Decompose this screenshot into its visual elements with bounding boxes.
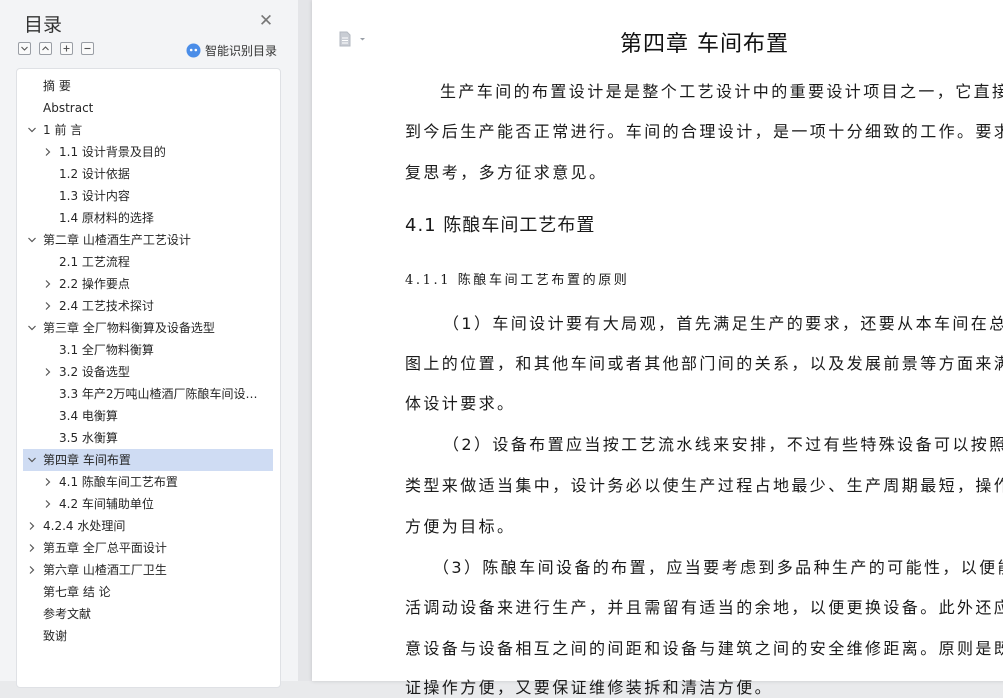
paragraph-line: 意设备与设备相互之间的间距和设备与建筑之间的安全维修距离。原则是既要 <box>405 639 1003 658</box>
toc-item[interactable]: 4.1 陈酿车间工艺布置 <box>23 471 273 493</box>
chevron-down-icon[interactable] <box>27 125 37 135</box>
toc-item[interactable]: Abstract <box>23 97 273 119</box>
chevron-right-icon[interactable] <box>27 521 37 531</box>
toc-item-label: 参考文献 <box>43 607 92 621</box>
toc-item[interactable]: 3.3 年产2万吨山楂酒厂陈酿车间设计说明 <box>23 383 273 405</box>
chevron-right-icon[interactable] <box>27 565 37 575</box>
paragraph-line: （3）陈酿车间设备的布置，应当要考虑到多品种生产的可能性，以便能够 <box>433 558 1003 577</box>
chevron-right-icon[interactable] <box>43 477 53 487</box>
toc-item-label: 3.1 全厂物料衡算 <box>59 343 154 357</box>
smart-toc-icon <box>186 43 201 58</box>
toc-item-label: 摘 要 <box>43 79 71 93</box>
toc-item-label: 1.4 原材料的选择 <box>59 211 154 225</box>
toc-item-label: 3.2 设备选型 <box>59 365 130 379</box>
toc-item-label: 第七章 结 论 <box>43 585 111 599</box>
toc-item[interactable]: 第六章 山楂酒工厂卫生 <box>23 559 273 581</box>
paragraph-line: 活调动设备来进行生产，并且需留有适当的余地，以便更换设备。此外还应该 <box>405 598 1003 617</box>
close-icon[interactable]: ✕ <box>258 13 274 30</box>
paragraph-line: 到今后生产能否正常进行。车间的合理设计，是一项十分细致的工作。要求要 <box>405 122 1003 141</box>
toc-item[interactable]: 3.5 水衡算 <box>23 427 273 449</box>
chevron-right-icon[interactable] <box>27 543 37 553</box>
toc-item-label: 第三章 全厂物料衡算及设备选型 <box>43 321 215 335</box>
toc-item[interactable]: 1.1 设计背景及目的 <box>23 141 273 163</box>
toc-item[interactable]: 2.2 操作要点 <box>23 273 273 295</box>
toc-item[interactable]: 1.3 设计内容 <box>23 185 273 207</box>
toc-item[interactable]: 第五章 全厂总平面设计 <box>23 537 273 559</box>
collapse-all-icon[interactable] <box>39 42 52 55</box>
toc-item-label: 1.2 设计依据 <box>59 167 130 181</box>
toc-item-label: 4.1 陈酿车间工艺布置 <box>59 475 178 489</box>
toc-item-label: Abstract <box>43 101 94 115</box>
toc-item-label: 3.3 年产2万吨山楂酒厂陈酿车间设计说明 <box>59 387 267 401</box>
toc-item[interactable]: 4.2.4 水处理间 <box>23 515 273 537</box>
toc-item-label: 第二章 山楂酒生产工艺设计 <box>43 233 191 247</box>
paragraph-line: 图上的位置，和其他车间或者其他部门间的关系，以及发展前景等方面来满足 <box>405 354 1003 373</box>
chevron-right-icon[interactable] <box>43 499 53 509</box>
toc-item[interactable]: 第三章 全厂物料衡算及设备选型 <box>23 317 273 339</box>
chevron-right-icon[interactable] <box>43 147 53 157</box>
toc-item[interactable]: 1.2 设计依据 <box>23 163 273 185</box>
toc-item-label: 1 前 言 <box>43 123 83 137</box>
toc-item[interactable]: 摘 要 <box>23 75 273 97</box>
sidebar-title: 目录 <box>24 14 63 36</box>
toc-item[interactable]: 3.1 全厂物料衡算 <box>23 339 273 361</box>
toc-item-label: 3.4 电衡算 <box>59 409 118 423</box>
subsection-heading: 4.1.1 陈酿车间工艺布置的原则 <box>405 273 630 288</box>
toc-toolbar <box>18 42 94 58</box>
toc-item-label: 2.1 工艺流程 <box>59 255 130 269</box>
paragraph-line: 类型来做适当集中，设计务必以使生产过程占地最少、生产周期最短，操作最 <box>405 476 1003 495</box>
toc-item[interactable]: 3.4 电衡算 <box>23 405 273 427</box>
toc-sidebar: 目录 ✕ 智能识别目录 摘 要 Abstract 1 前 言 1.1 设计背景及目的 1… <box>0 0 298 688</box>
toc-item[interactable]: 第七章 结 论 <box>23 581 273 603</box>
toc-item-label: 致谢 <box>43 629 68 643</box>
chevron-right-icon[interactable] <box>43 367 53 377</box>
toc-item[interactable]: 2.4 工艺技术探讨 <box>23 295 273 317</box>
toc-item[interactable]: 第二章 山楂酒生产工艺设计 <box>23 229 273 251</box>
toc-item-label: 2.2 操作要点 <box>59 277 130 291</box>
add-heading-icon[interactable] <box>60 42 73 55</box>
paragraph-line: 复思考，多方征求意见。 <box>405 163 608 182</box>
toc-item[interactable]: 1 前 言 <box>23 119 273 141</box>
toc-item[interactable]: 第四章 车间布置 <box>23 449 273 471</box>
toc-item-label: 1.3 设计内容 <box>59 189 130 203</box>
section-heading: 4.1 陈酿车间工艺布置 <box>405 215 596 236</box>
toc-item[interactable]: 致谢 <box>23 625 273 647</box>
toc-item[interactable]: 3.2 设备选型 <box>23 361 273 383</box>
paragraph-line: 方便为目标。 <box>405 517 516 536</box>
chevron-down-icon[interactable] <box>27 455 37 465</box>
paragraph-line: （1）车间设计要有大局观，首先满足生产的要求，还要从本车间在总平面 <box>443 314 1003 333</box>
smart-toc-label: 智能识别目录 <box>205 44 278 58</box>
paragraph-line: 生产车间的布置设计是是整个工艺设计中的重要设计项目之一，它直接影响 <box>440 82 1003 101</box>
toc-item-label: 2.4 工艺技术探讨 <box>59 299 154 313</box>
toc-item[interactable]: 1.4 原材料的选择 <box>23 207 273 229</box>
toc-item[interactable]: 参考文献 <box>23 603 273 625</box>
toc-item-label: 第四章 车间布置 <box>43 453 131 467</box>
toc-item[interactable]: 4.2 车间辅助单位 <box>23 493 273 515</box>
document-page[interactable] <box>312 0 1003 681</box>
toc-item-label: 4.2.4 水处理间 <box>43 519 126 533</box>
toc-item[interactable]: 2.1 工艺流程 <box>23 251 273 273</box>
toc-item-label: 4.2 车间辅助单位 <box>59 497 154 511</box>
toc-item-label: 3.5 水衡算 <box>59 431 118 445</box>
chevron-down-icon[interactable] <box>27 235 37 245</box>
paragraph-line: 体设计要求。 <box>405 394 516 413</box>
chevron-right-icon[interactable] <box>43 301 53 311</box>
chevron-down-icon[interactable] <box>27 323 37 333</box>
paragraph-line: （2）设备布置应当按工艺流水线来安排，不过有些特殊设备可以按照相同 <box>443 435 1003 454</box>
chapter-title: 第四章 车间布置 <box>620 32 789 57</box>
toc-item-label: 第六章 山楂酒工厂卫生 <box>43 563 167 577</box>
expand-all-icon[interactable] <box>18 42 31 55</box>
toc-item-label: 1.1 设计背景及目的 <box>59 145 166 159</box>
remove-heading-icon[interactable] <box>81 42 94 55</box>
page-layout-icon[interactable] <box>338 31 366 47</box>
chevron-right-icon[interactable] <box>43 279 53 289</box>
smart-toc-button[interactable]: 智能识别目录 <box>186 42 277 59</box>
paragraph-line: 证操作方便，又要保证维修装拆和清洁方便。 <box>405 678 774 697</box>
toc-item-label: 第五章 全厂总平面设计 <box>43 541 167 555</box>
toc-list: 摘 要 Abstract 1 前 言 1.1 设计背景及目的 1.2 设计依据 1.3 设… <box>16 68 281 688</box>
